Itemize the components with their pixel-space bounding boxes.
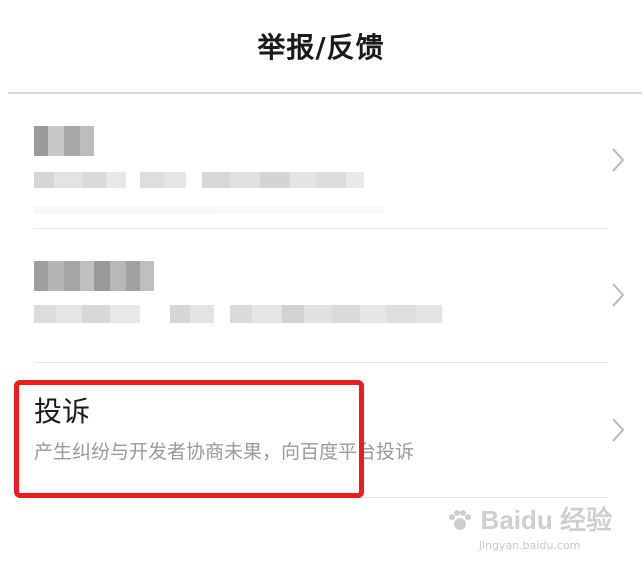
page-header: 举报/反馈 — [0, 0, 642, 92]
report-feedback-page: 举报/反馈 投诉 产生纠纷与开发者协商未果，向百度平台投诉 Baidu 经验 j… — [0, 0, 642, 566]
watermark-brand: Baidu 经验 — [447, 500, 612, 537]
baidu-paw-icon — [447, 505, 480, 535]
report-option-row-1[interactable] — [0, 94, 642, 228]
blurred-description-shadow — [34, 206, 384, 214]
chevron-right-icon — [610, 281, 626, 309]
page-title: 举报/反馈 — [257, 31, 385, 64]
blurred-title — [34, 261, 154, 291]
baidu-jingyan-watermark: Baidu 经验 jingyan.baidu.com — [447, 500, 612, 552]
watermark-url: jingyan.baidu.com — [478, 539, 581, 552]
blurred-title — [34, 126, 94, 156]
chevron-right-icon — [610, 146, 626, 174]
blurred-description — [34, 172, 364, 188]
complaint-description: 产生纠纷与开发者协商未果，向百度平台投诉 — [34, 441, 415, 463]
watermark-brand-text: Baidu 经验 — [480, 505, 612, 535]
report-option-row-2[interactable] — [0, 229, 642, 363]
complaint-title: 投诉 — [34, 395, 91, 428]
complaint-row[interactable] — [0, 363, 642, 497]
chevron-right-icon — [610, 416, 626, 444]
blurred-description — [34, 305, 442, 323]
row-divider — [34, 497, 608, 498]
